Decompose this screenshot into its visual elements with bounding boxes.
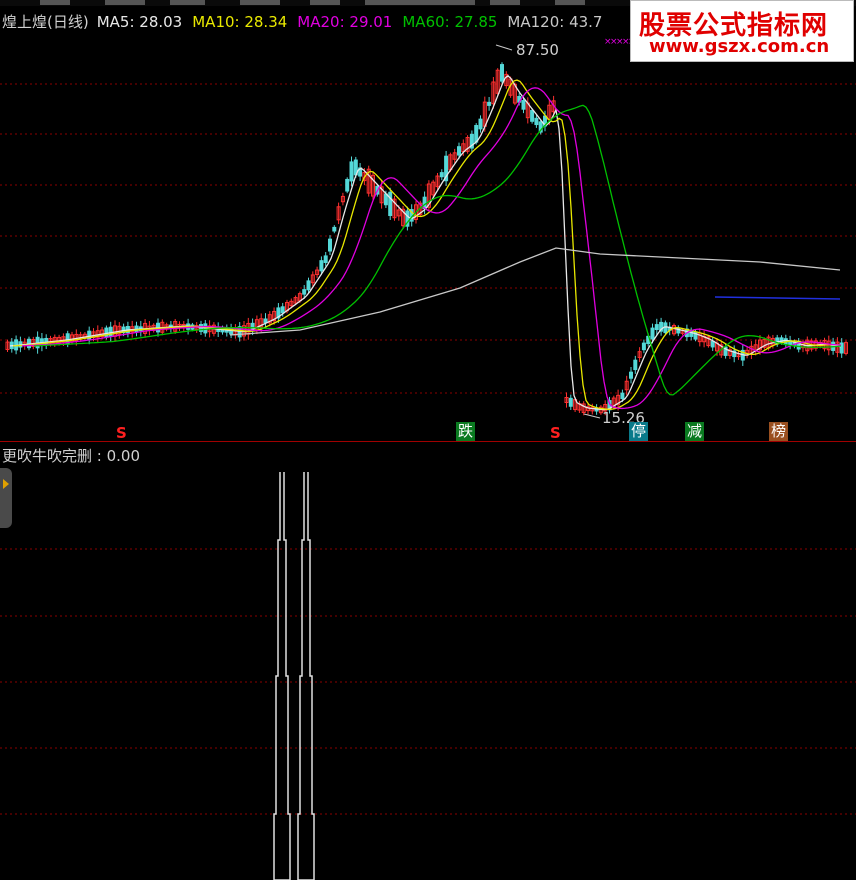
candle [629, 371, 633, 379]
candle [620, 392, 625, 400]
blue-line [714, 296, 841, 300]
candle [328, 238, 332, 252]
candle [654, 324, 659, 331]
candle [710, 340, 715, 348]
candle [439, 172, 444, 178]
price-chart[interactable]: ×××××87.5015.26 [0, 0, 856, 441]
low-pointer [583, 413, 601, 419]
candle [345, 178, 350, 192]
candle [280, 306, 285, 314]
candle [323, 255, 328, 264]
candle [388, 191, 393, 217]
candle [641, 342, 646, 351]
marker-fall: 跌 [456, 422, 476, 441]
ma60-line [33, 104, 842, 396]
candle [457, 146, 461, 156]
indicator-spike [273, 472, 291, 880]
candle [487, 101, 492, 106]
candle [474, 125, 479, 143]
candle [568, 397, 573, 407]
candle [306, 280, 311, 291]
ma20-line [21, 87, 842, 410]
candle [108, 326, 113, 337]
candle [500, 64, 504, 82]
candle [263, 318, 268, 324]
indicator-title: 更吹牛吹完删 : 0.00 [2, 447, 140, 465]
candle [332, 226, 337, 232]
ma5-line [9, 74, 842, 411]
candle [663, 322, 668, 334]
candle [530, 110, 535, 122]
ma10-line [12, 79, 842, 410]
candle [521, 100, 526, 110]
candle [650, 327, 655, 340]
marker-reduce: 减 [685, 422, 705, 441]
high-pointer [495, 44, 513, 51]
watermark-logo: 股票公式指标网 www.gszx.com.cn [630, 0, 854, 62]
marker-halt: 停 [629, 422, 649, 441]
panel-divider[interactable] [0, 441, 856, 442]
marker-rank: 榜 [769, 422, 789, 441]
candle [349, 161, 354, 182]
candle [104, 327, 109, 338]
high-price-label: 87.50 [516, 41, 559, 59]
stock-chart-window: 煌上煌(日线) MA5: 28.03 MA10: 28.34 MA20: 29.01 M… [0, 0, 856, 880]
candle [534, 117, 539, 126]
candle [478, 118, 483, 130]
watermark-url: www.gszx.com.cn [649, 36, 830, 57]
candle [302, 289, 307, 295]
candle [633, 359, 638, 371]
candle [319, 260, 324, 272]
indicator-spike [297, 472, 315, 880]
expand-panel-arrow-icon[interactable] [0, 468, 12, 528]
